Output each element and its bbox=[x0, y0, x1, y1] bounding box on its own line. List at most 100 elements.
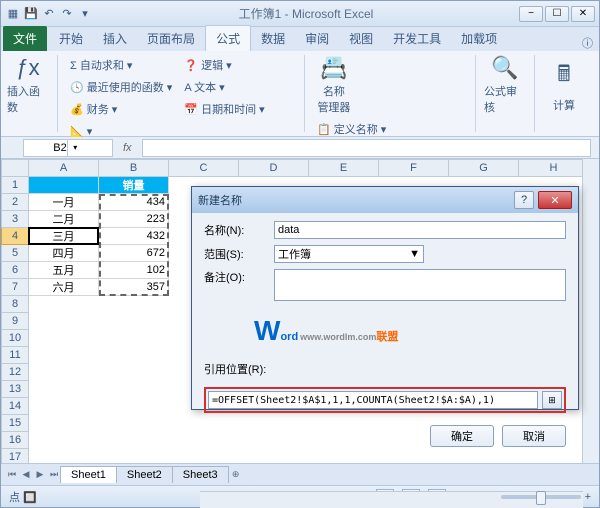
cell-B7[interactable]: 357 bbox=[99, 279, 169, 296]
financial-button[interactable]: 💰 财务 ▾ bbox=[66, 99, 176, 119]
sheet-tab-2[interactable]: Sheet2 bbox=[116, 466, 173, 483]
sheet-tab-3[interactable]: Sheet3 bbox=[172, 466, 229, 483]
undo-icon[interactable]: ↶ bbox=[41, 6, 57, 22]
cell-A7[interactable]: 六月 bbox=[29, 279, 99, 296]
name-input[interactable] bbox=[274, 221, 566, 239]
tab-view[interactable]: 视图 bbox=[339, 26, 383, 51]
row-header-13[interactable]: 13 bbox=[1, 381, 29, 398]
cell-B4[interactable]: 432 bbox=[99, 228, 169, 245]
tab-formula[interactable]: 公式 bbox=[205, 25, 251, 51]
tab-insert[interactable]: 插入 bbox=[93, 26, 137, 51]
qat-dropdown-icon[interactable]: ▾ bbox=[77, 6, 93, 22]
row-header-12[interactable]: 12 bbox=[1, 364, 29, 381]
text-button[interactable]: A 文本 ▾ bbox=[180, 77, 268, 97]
tab-layout[interactable]: 页面布局 bbox=[137, 26, 205, 51]
tab-file[interactable]: 文件 bbox=[3, 26, 47, 51]
horizontal-scrollbar[interactable] bbox=[200, 491, 583, 508]
new-sheet-button[interactable]: ⊕ bbox=[229, 468, 243, 482]
tab-home[interactable]: 开始 bbox=[49, 26, 93, 51]
dialog-help-button[interactable]: ? bbox=[514, 191, 534, 209]
tab-addin[interactable]: 加载项 bbox=[451, 26, 507, 51]
ok-button[interactable]: 确定 bbox=[430, 425, 494, 447]
row-header-5[interactable]: 5 bbox=[1, 245, 29, 262]
calculation-button[interactable]: 🖩 计算 bbox=[543, 55, 585, 115]
row-header-10[interactable]: 10 bbox=[1, 330, 29, 347]
fx-label-icon[interactable]: fx bbox=[117, 142, 138, 154]
cell-A2[interactable]: 一月 bbox=[29, 194, 99, 211]
close-button[interactable]: ✕ bbox=[571, 6, 595, 22]
formula-input[interactable] bbox=[142, 139, 591, 157]
zoom-slider[interactable] bbox=[501, 495, 581, 499]
tab-dev[interactable]: 开发工具 bbox=[383, 26, 451, 51]
cell-B1[interactable]: 销量 bbox=[99, 177, 169, 194]
comment-textarea[interactable] bbox=[274, 269, 566, 301]
row-header-11[interactable]: 11 bbox=[1, 347, 29, 364]
watermark-logo: Wordwww.wordlm.com联盟 bbox=[204, 315, 566, 347]
row-header-6[interactable]: 6 bbox=[1, 262, 29, 279]
col-header-C[interactable]: C bbox=[169, 159, 239, 177]
reference-input[interactable] bbox=[208, 391, 538, 409]
cell-A6[interactable]: 五月 bbox=[29, 262, 99, 279]
select-all-corner[interactable] bbox=[1, 159, 29, 177]
sheet-tab-1[interactable]: Sheet1 bbox=[60, 466, 117, 483]
insert-function-button[interactable]: ƒx 插入函数 bbox=[7, 55, 49, 115]
col-header-H[interactable]: H bbox=[519, 159, 589, 177]
autosum-button[interactable]: Σ 自动求和 ▾ bbox=[66, 55, 176, 75]
name-manager-icon: 📇 bbox=[320, 55, 347, 81]
cell-B2[interactable]: 434 bbox=[99, 194, 169, 211]
row-header-2[interactable]: 2 bbox=[1, 194, 29, 211]
collapse-dialog-button[interactable]: ⊞ bbox=[542, 391, 562, 409]
cell-B6[interactable]: 102 bbox=[99, 262, 169, 279]
row-header-14[interactable]: 14 bbox=[1, 398, 29, 415]
quick-access-toolbar: ▦ 💾 ↶ ↷ ▾ bbox=[5, 6, 93, 22]
namebox-dropdown-icon[interactable]: ▾ bbox=[67, 139, 83, 157]
cell-A4[interactable]: 三月 bbox=[29, 228, 99, 245]
cancel-button[interactable]: 取消 bbox=[502, 425, 566, 447]
col-header-A[interactable]: A bbox=[29, 159, 99, 177]
row-header-7[interactable]: 7 bbox=[1, 279, 29, 296]
last-sheet-button[interactable]: ⏭ bbox=[47, 468, 61, 482]
cell-A1[interactable] bbox=[29, 177, 99, 194]
prev-sheet-button[interactable]: ◀ bbox=[19, 468, 33, 482]
col-header-G[interactable]: G bbox=[449, 159, 519, 177]
row-header-1[interactable]: 1 bbox=[1, 177, 29, 194]
recent-functions-button[interactable]: 🕓 最近使用的函数 ▾ bbox=[66, 77, 176, 97]
row-header-17[interactable]: 17 bbox=[1, 449, 29, 463]
first-sheet-button[interactable]: ⏮ bbox=[5, 468, 19, 482]
vertical-scrollbar[interactable] bbox=[582, 159, 599, 463]
redo-icon[interactable]: ↷ bbox=[59, 6, 75, 22]
row-header-15[interactable]: 15 bbox=[1, 415, 29, 432]
dialog-close-button[interactable]: ✕ bbox=[538, 191, 572, 209]
row-header-9[interactable]: 9 bbox=[1, 313, 29, 330]
scope-select[interactable]: 工作簿 ▼ bbox=[274, 245, 424, 263]
row-header-8[interactable]: 8 bbox=[1, 296, 29, 313]
name-manager-button[interactable]: 📇 名称 管理器 bbox=[313, 55, 355, 115]
row-header-4[interactable]: 4 bbox=[1, 228, 29, 245]
cell-A5[interactable]: 四月 bbox=[29, 245, 99, 262]
datetime-button[interactable]: 📅 日期和时间 ▾ bbox=[180, 99, 268, 119]
col-header-B[interactable]: B bbox=[99, 159, 169, 177]
logical-button[interactable]: ❓ 逻辑 ▾ bbox=[180, 55, 268, 75]
cell-B3[interactable]: 223 bbox=[99, 211, 169, 228]
chevron-down-icon: ▼ bbox=[409, 248, 420, 260]
define-name-button[interactable]: 📋 定义名称 ▾ bbox=[313, 119, 426, 139]
name-box[interactable]: B2 ▾ bbox=[23, 139, 113, 157]
next-sheet-button[interactable]: ▶ bbox=[33, 468, 47, 482]
col-header-F[interactable]: F bbox=[379, 159, 449, 177]
dialog-titlebar[interactable]: 新建名称 ? ✕ bbox=[192, 187, 578, 213]
minimize-button[interactable]: − bbox=[519, 6, 543, 22]
tab-review[interactable]: 审阅 bbox=[295, 26, 339, 51]
formula-audit-button[interactable]: 🔍 公式审核 bbox=[484, 55, 526, 115]
tab-data[interactable]: 数据 bbox=[251, 26, 295, 51]
cell-B5[interactable]: 672 bbox=[99, 245, 169, 262]
col-header-E[interactable]: E bbox=[309, 159, 379, 177]
maximize-button[interactable]: ☐ bbox=[545, 6, 569, 22]
cell-A3[interactable]: 二月 bbox=[29, 211, 99, 228]
col-header-D[interactable]: D bbox=[239, 159, 309, 177]
save-icon[interactable]: 💾 bbox=[23, 6, 39, 22]
row-header-16[interactable]: 16 bbox=[1, 432, 29, 449]
ribbon-help-icon[interactable]: ⓘ bbox=[576, 35, 599, 51]
row-header-3[interactable]: 3 bbox=[1, 211, 29, 228]
zoom-in-button[interactable]: + bbox=[585, 491, 591, 503]
column-headers: ABCDEFGH bbox=[1, 159, 599, 177]
